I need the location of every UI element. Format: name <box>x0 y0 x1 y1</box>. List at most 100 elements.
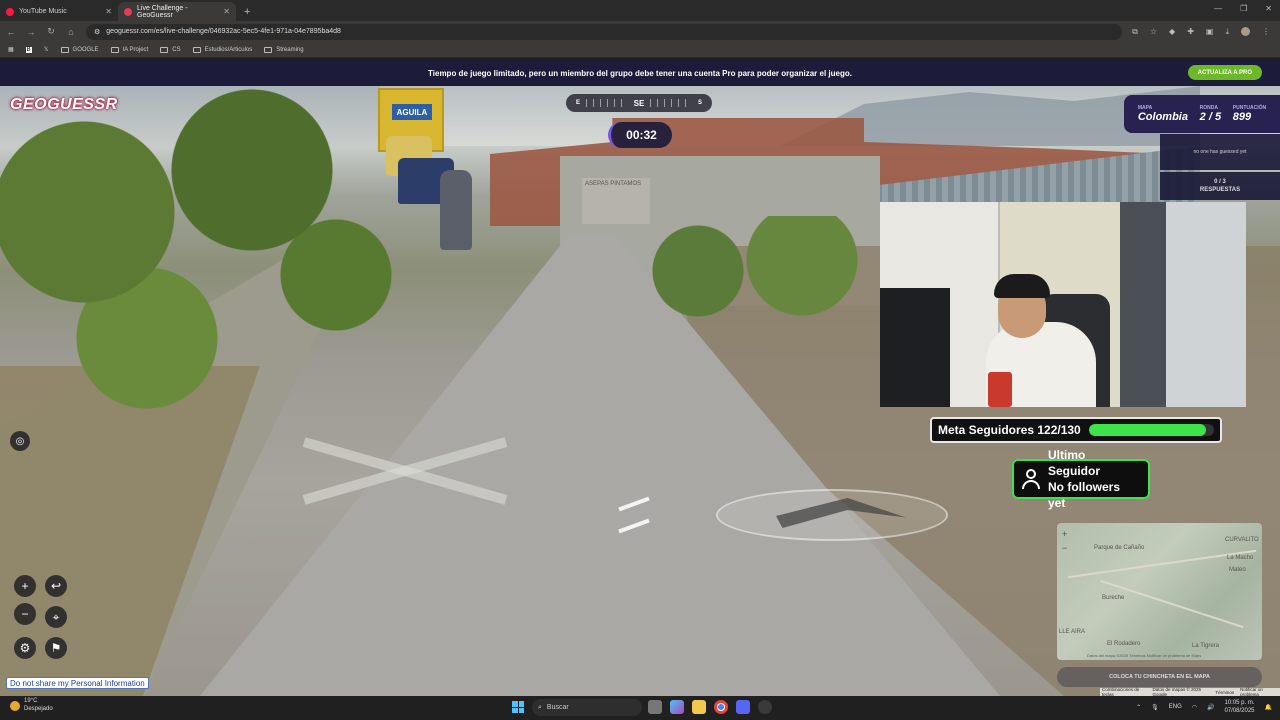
puzzle-icon[interactable]: ✚ <box>1187 27 1194 37</box>
bookmark-icon[interactable]: B <box>25 46 32 53</box>
camera-toggle-icon[interactable]: ◎ <box>10 431 30 451</box>
tray-chevron-icon[interactable]: ⌃ <box>1136 704 1141 711</box>
graffiti-wall: ASEPAS PINTAMOS <box>582 178 650 224</box>
truck-brand-label: AGUILA <box>392 104 432 120</box>
map-label: Parque de Cañaño <box>1094 545 1145 551</box>
map-stat: MAPA Colombia <box>1137 105 1188 123</box>
place-pin-button[interactable]: COLOCA TU CHINCHETA EN EL MAPA <box>1057 667 1262 687</box>
zoom-in-icon[interactable]: + <box>1062 527 1067 541</box>
tab-geoguessr[interactable]: Live Challenge - GeoGuessr ✕ <box>118 2 236 21</box>
wifi-icon[interactable]: ◠ <box>1192 704 1197 711</box>
search-icon: ⌕ <box>538 703 542 711</box>
browser-toolbar: ⧉ ☆ ◆ ✚ ▣ ⤓ ⋮ <box>1132 26 1274 37</box>
language-indicator[interactable]: ENG <box>1169 704 1182 710</box>
upgrade-pro-button[interactable]: ACTUALIZA A PRO <box>1187 65 1262 80</box>
pan-chevron-icon[interactable] <box>608 496 660 536</box>
webcam-cap <box>994 274 1050 298</box>
folder-icon <box>110 46 119 53</box>
bookmark-star-icon[interactable]: ☆ <box>1150 27 1157 37</box>
last-follower-value: No followers yet <box>1048 480 1121 511</box>
follower-goal-widget: Meta Seguidores 122/130 <box>930 417 1222 443</box>
obs-icon[interactable] <box>758 700 772 714</box>
map-label: CURVALITO <box>1225 537 1259 543</box>
settings-gear-icon[interactable]: ⚙ <box>14 637 36 659</box>
close-icon[interactable]: ✕ <box>105 7 112 16</box>
map-zoom-controls[interactable]: + − <box>1062 527 1067 555</box>
windows-start-icon[interactable] <box>512 701 524 713</box>
zoom-in-button[interactable]: + <box>14 575 36 597</box>
map-name: Colombia <box>1137 111 1188 123</box>
folder-icon <box>192 46 201 53</box>
compass-heading: SE <box>633 98 645 108</box>
compass-ticks <box>586 99 628 107</box>
apps-grid-icon[interactable]: ▦ <box>8 46 14 53</box>
zoom-out-button[interactable]: − <box>14 603 36 625</box>
reload-icon[interactable]: ↻ <box>46 26 56 37</box>
webcam-mug <box>988 372 1012 407</box>
weather-desc: Despejado <box>24 705 53 712</box>
clock[interactable]: 10:05 p. m. 07/08/2025 <box>1224 699 1254 715</box>
tab-youtube-music[interactable]: YouTube Music ✕ <box>0 2 118 21</box>
taskbar-search[interactable]: ⌕ Buscar <box>532 699 642 716</box>
sidebar-icon[interactable]: ▣ <box>1206 27 1214 37</box>
undo-move-button[interactable]: ↩ <box>45 575 67 597</box>
zoom-out-icon[interactable]: − <box>1062 541 1067 555</box>
file-explorer-icon[interactable] <box>692 700 706 714</box>
compass: E SE S <box>566 94 712 112</box>
microphone-icon[interactable]: 🎙 <box>1151 704 1159 711</box>
discord-icon[interactable] <box>736 700 750 714</box>
home-icon[interactable]: ⌂ <box>66 27 76 37</box>
privacy-link[interactable]: Do not share my Personal Information <box>6 677 149 689</box>
volume-icon[interactable]: 🔊 <box>1207 704 1214 711</box>
profile-avatar[interactable] <box>1241 26 1250 36</box>
new-tab-button[interactable]: + <box>236 6 258 21</box>
map-label: El Rodadero <box>1107 641 1141 647</box>
notifications-icon[interactable]: 🔔 <box>1265 704 1272 711</box>
minimize-icon[interactable]: — <box>1214 4 1222 13</box>
url-text: geoguessr.com/es/live-challenge/046932ac… <box>106 28 341 35</box>
geoguessr-pin-icon <box>124 7 132 16</box>
weather-temp: 19°C <box>24 698 38 704</box>
banner-text: Tiempo de juego limitado, pero un miembr… <box>428 68 852 78</box>
round-timer: 00:32 <box>608 122 672 148</box>
folder-icon <box>60 46 69 53</box>
compass-left: E <box>576 100 581 106</box>
close-icon[interactable]: ✕ <box>223 7 230 16</box>
cast-icon[interactable]: ⧉ <box>1132 27 1138 37</box>
folder-icon <box>264 46 273 53</box>
webcam-shelf <box>1120 202 1166 407</box>
close-window-icon[interactable]: ✕ <box>1265 4 1272 13</box>
weather-widget[interactable]: 19°C Despejado <box>10 698 53 714</box>
bookmark-folder-ia-project[interactable]: IA Project <box>110 46 148 53</box>
bushes <box>620 216 880 326</box>
youtube-music-icon <box>6 7 14 16</box>
return-to-start-button[interactable]: ⌖ <box>45 606 67 628</box>
restore-icon[interactable]: ❐ <box>1240 4 1247 13</box>
movement-target-ring[interactable] <box>716 489 948 541</box>
game-status-panel: MAPA Colombia RONDA 2 / 5 PUNTUACIÓN 899 <box>1124 95 1280 133</box>
copilot-icon[interactable] <box>670 700 684 714</box>
bookmark-folder-streaming[interactable]: Streaming <box>264 46 304 53</box>
menu-icon[interactable]: ⋮ <box>1262 27 1270 37</box>
site-info-icon[interactable]: ⚙ <box>94 28 100 36</box>
flag-checkpoint-icon[interactable]: ⚑ <box>45 637 67 659</box>
back-icon[interactable]: ← <box>6 27 16 37</box>
bookmark-folder-google[interactable]: GOOGLE <box>60 46 99 53</box>
compass-right: S <box>698 100 703 106</box>
guess-minimap[interactable]: + − Parque de Cañaño CURVALITO La Macho M… <box>1057 523 1262 660</box>
x-icon[interactable]: 𝕏 <box>44 46 49 53</box>
url-input[interactable]: ⚙ geoguessr.com/es/live-challenge/046932… <box>86 23 1123 40</box>
extension-icon[interactable]: ◆ <box>1169 27 1175 37</box>
forward-icon[interactable]: → <box>26 27 36 37</box>
chrome-icon[interactable] <box>714 700 728 714</box>
bookmark-folder-estudios[interactable]: Estudios/Articulos <box>192 46 252 53</box>
bookmark-folder-cs[interactable]: CS <box>160 46 181 53</box>
window-controls: — ❐ ✕ <box>1214 4 1272 13</box>
task-view-icon[interactable] <box>648 700 662 714</box>
follower-goal-bar <box>1088 424 1214 436</box>
geoguessr-logo[interactable]: GEOGUESSR <box>10 96 118 114</box>
guess-status: no one has guessed yet <box>1160 134 1280 170</box>
download-icon[interactable]: ⤓ <box>1225 27 1229 37</box>
road-marking <box>300 437 510 505</box>
webcam-overlay <box>880 202 1246 407</box>
